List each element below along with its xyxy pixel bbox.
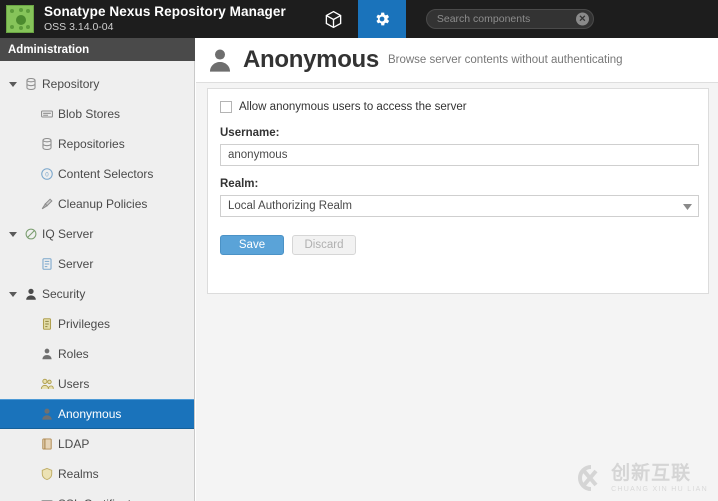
- discard-button: Discard: [292, 235, 356, 255]
- security-icon: [20, 287, 42, 301]
- clear-circle-icon[interactable]: ✕: [575, 12, 589, 26]
- allow-anonymous-row: Allow anonymous users to access the serv…: [220, 101, 696, 113]
- sidebar-item-content-selectors[interactable]: 0 Content Selectors: [0, 159, 194, 189]
- page-title: Anonymous: [243, 46, 379, 73]
- sidebar-item-label: Content Selectors: [58, 167, 154, 181]
- form-actions: Save Discard: [220, 235, 696, 255]
- users-icon: [36, 377, 58, 391]
- database-icon: [20, 77, 42, 91]
- sidebar-item-repositories[interactable]: Repositories: [0, 129, 194, 159]
- sidebar-item-label: LDAP: [58, 437, 90, 451]
- watermark-text-en: CHUANG XIN HU LIAN: [611, 485, 708, 493]
- watermark: 创新互联 CHUANG XIN HU LIAN: [569, 463, 708, 493]
- sidebar-item-label: IQ Server: [42, 227, 94, 241]
- sidebar-item-label: Anonymous: [58, 407, 122, 421]
- sidebar-item-label: Security: [42, 287, 86, 301]
- realm-select-wrap: Local Authorizing Realm: [220, 195, 699, 217]
- watermark-text-block: 创新互联 CHUANG XIN HU LIAN: [611, 461, 708, 493]
- save-button[interactable]: Save: [220, 235, 284, 255]
- cube-icon: [324, 10, 343, 29]
- sidebar-item-blob-stores[interactable]: Blob Stores: [0, 99, 194, 129]
- sidebar-item-label: Roles: [58, 347, 89, 361]
- sidebar-nav-list: Repository Blob Stores Repositories 0 Con…: [0, 61, 194, 501]
- sidebar-item-label: Users: [58, 377, 90, 391]
- sidebar-item-repository[interactable]: Repository: [0, 69, 194, 99]
- chevron-down-icon[interactable]: [6, 231, 20, 238]
- allow-anonymous-label: Allow anonymous users to access the serv…: [239, 101, 467, 113]
- ldap-icon: [36, 437, 58, 451]
- roles-icon: [36, 347, 58, 361]
- sidebar-item-roles[interactable]: Roles: [0, 339, 194, 369]
- username-input[interactable]: [220, 144, 699, 166]
- user-avatar-icon: [206, 46, 234, 74]
- chevron-down-icon[interactable]: [6, 291, 20, 298]
- sidebar-item-ssl-certificates[interactable]: SSL Certificates: [0, 489, 194, 501]
- sidebar-item-iq-server[interactable]: IQ Server: [0, 219, 194, 249]
- sidebar-item-cleanup-policies[interactable]: Cleanup Policies: [0, 189, 194, 219]
- cx-circle-logo: [569, 463, 605, 493]
- sidebar-item-label: Cleanup Policies: [58, 197, 148, 211]
- realm-label: Realm:: [220, 178, 259, 190]
- brand-block: Sonatype Nexus Repository Manager OSS 3.…: [44, 5, 286, 32]
- allow-anonymous-checkbox[interactable]: [220, 101, 232, 113]
- app-version: OSS 3.14.0-04: [44, 20, 114, 33]
- sidebar-item-label: Blob Stores: [58, 107, 121, 121]
- iq-server-icon: [20, 227, 42, 241]
- app-title: Sonatype Nexus Repository Manager: [44, 4, 286, 20]
- username-label: Username:: [220, 127, 280, 139]
- search-box: ✕: [425, 9, 594, 29]
- drive-icon: [36, 107, 58, 121]
- database-icon: [36, 137, 58, 151]
- realms-icon: [36, 467, 58, 481]
- sidebar-item-privileges[interactable]: Privileges: [0, 309, 194, 339]
- sidebar-item-users[interactable]: Users: [0, 369, 194, 399]
- tab-administration[interactable]: [357, 0, 406, 38]
- realm-select[interactable]: Local Authorizing Realm: [220, 195, 699, 217]
- sidebar-item-label: Privileges: [58, 317, 111, 331]
- anonymous-icon: [36, 407, 58, 421]
- nexus-atom-logo: [6, 5, 34, 33]
- sidebar-item-label: SSL Certificates: [58, 497, 144, 501]
- sidebar-item-anonymous[interactable]: Anonymous: [0, 399, 194, 429]
- selector-icon: 0: [36, 167, 58, 181]
- sidebar-item-label: Realms: [58, 467, 99, 481]
- server-icon: [36, 257, 58, 271]
- gear-icon: [373, 10, 391, 28]
- sidebar-item-label: Repositories: [58, 137, 125, 151]
- main-nav-tabs: [310, 0, 406, 38]
- search-input[interactable]: [425, 9, 594, 29]
- watermark-text-cn: 创新互联: [611, 461, 692, 484]
- privileges-icon: [36, 317, 58, 331]
- sidebar-item-security[interactable]: Security: [0, 279, 194, 309]
- tab-browse[interactable]: [310, 0, 358, 38]
- sidebar-heading: Administration: [0, 38, 195, 61]
- anonymous-settings-panel: Allow anonymous users to access the serv…: [207, 88, 709, 294]
- svg-text:0: 0: [45, 172, 49, 179]
- sidebar-item-realms[interactable]: Realms: [0, 459, 194, 489]
- sidebar-item-server[interactable]: Server: [0, 249, 194, 279]
- admin-sidebar: Repository Blob Stores Repositories 0 Con…: [0, 61, 195, 501]
- chevron-down-icon[interactable]: [6, 81, 20, 88]
- app-header: Sonatype Nexus Repository Manager OSS 3.…: [0, 0, 718, 38]
- sidebar-item-label: Server: [58, 257, 94, 271]
- broom-icon: [36, 197, 58, 211]
- sidebar-item-ldap[interactable]: LDAP: [0, 429, 194, 459]
- ssl-icon: [36, 497, 58, 501]
- page-subtitle: Browse server contents without authentic…: [387, 53, 623, 66]
- sidebar-item-label: Repository: [42, 77, 100, 91]
- page-header: Anonymous Browse server contents without…: [196, 38, 718, 83]
- main-content: Anonymous Browse server contents without…: [196, 38, 718, 501]
